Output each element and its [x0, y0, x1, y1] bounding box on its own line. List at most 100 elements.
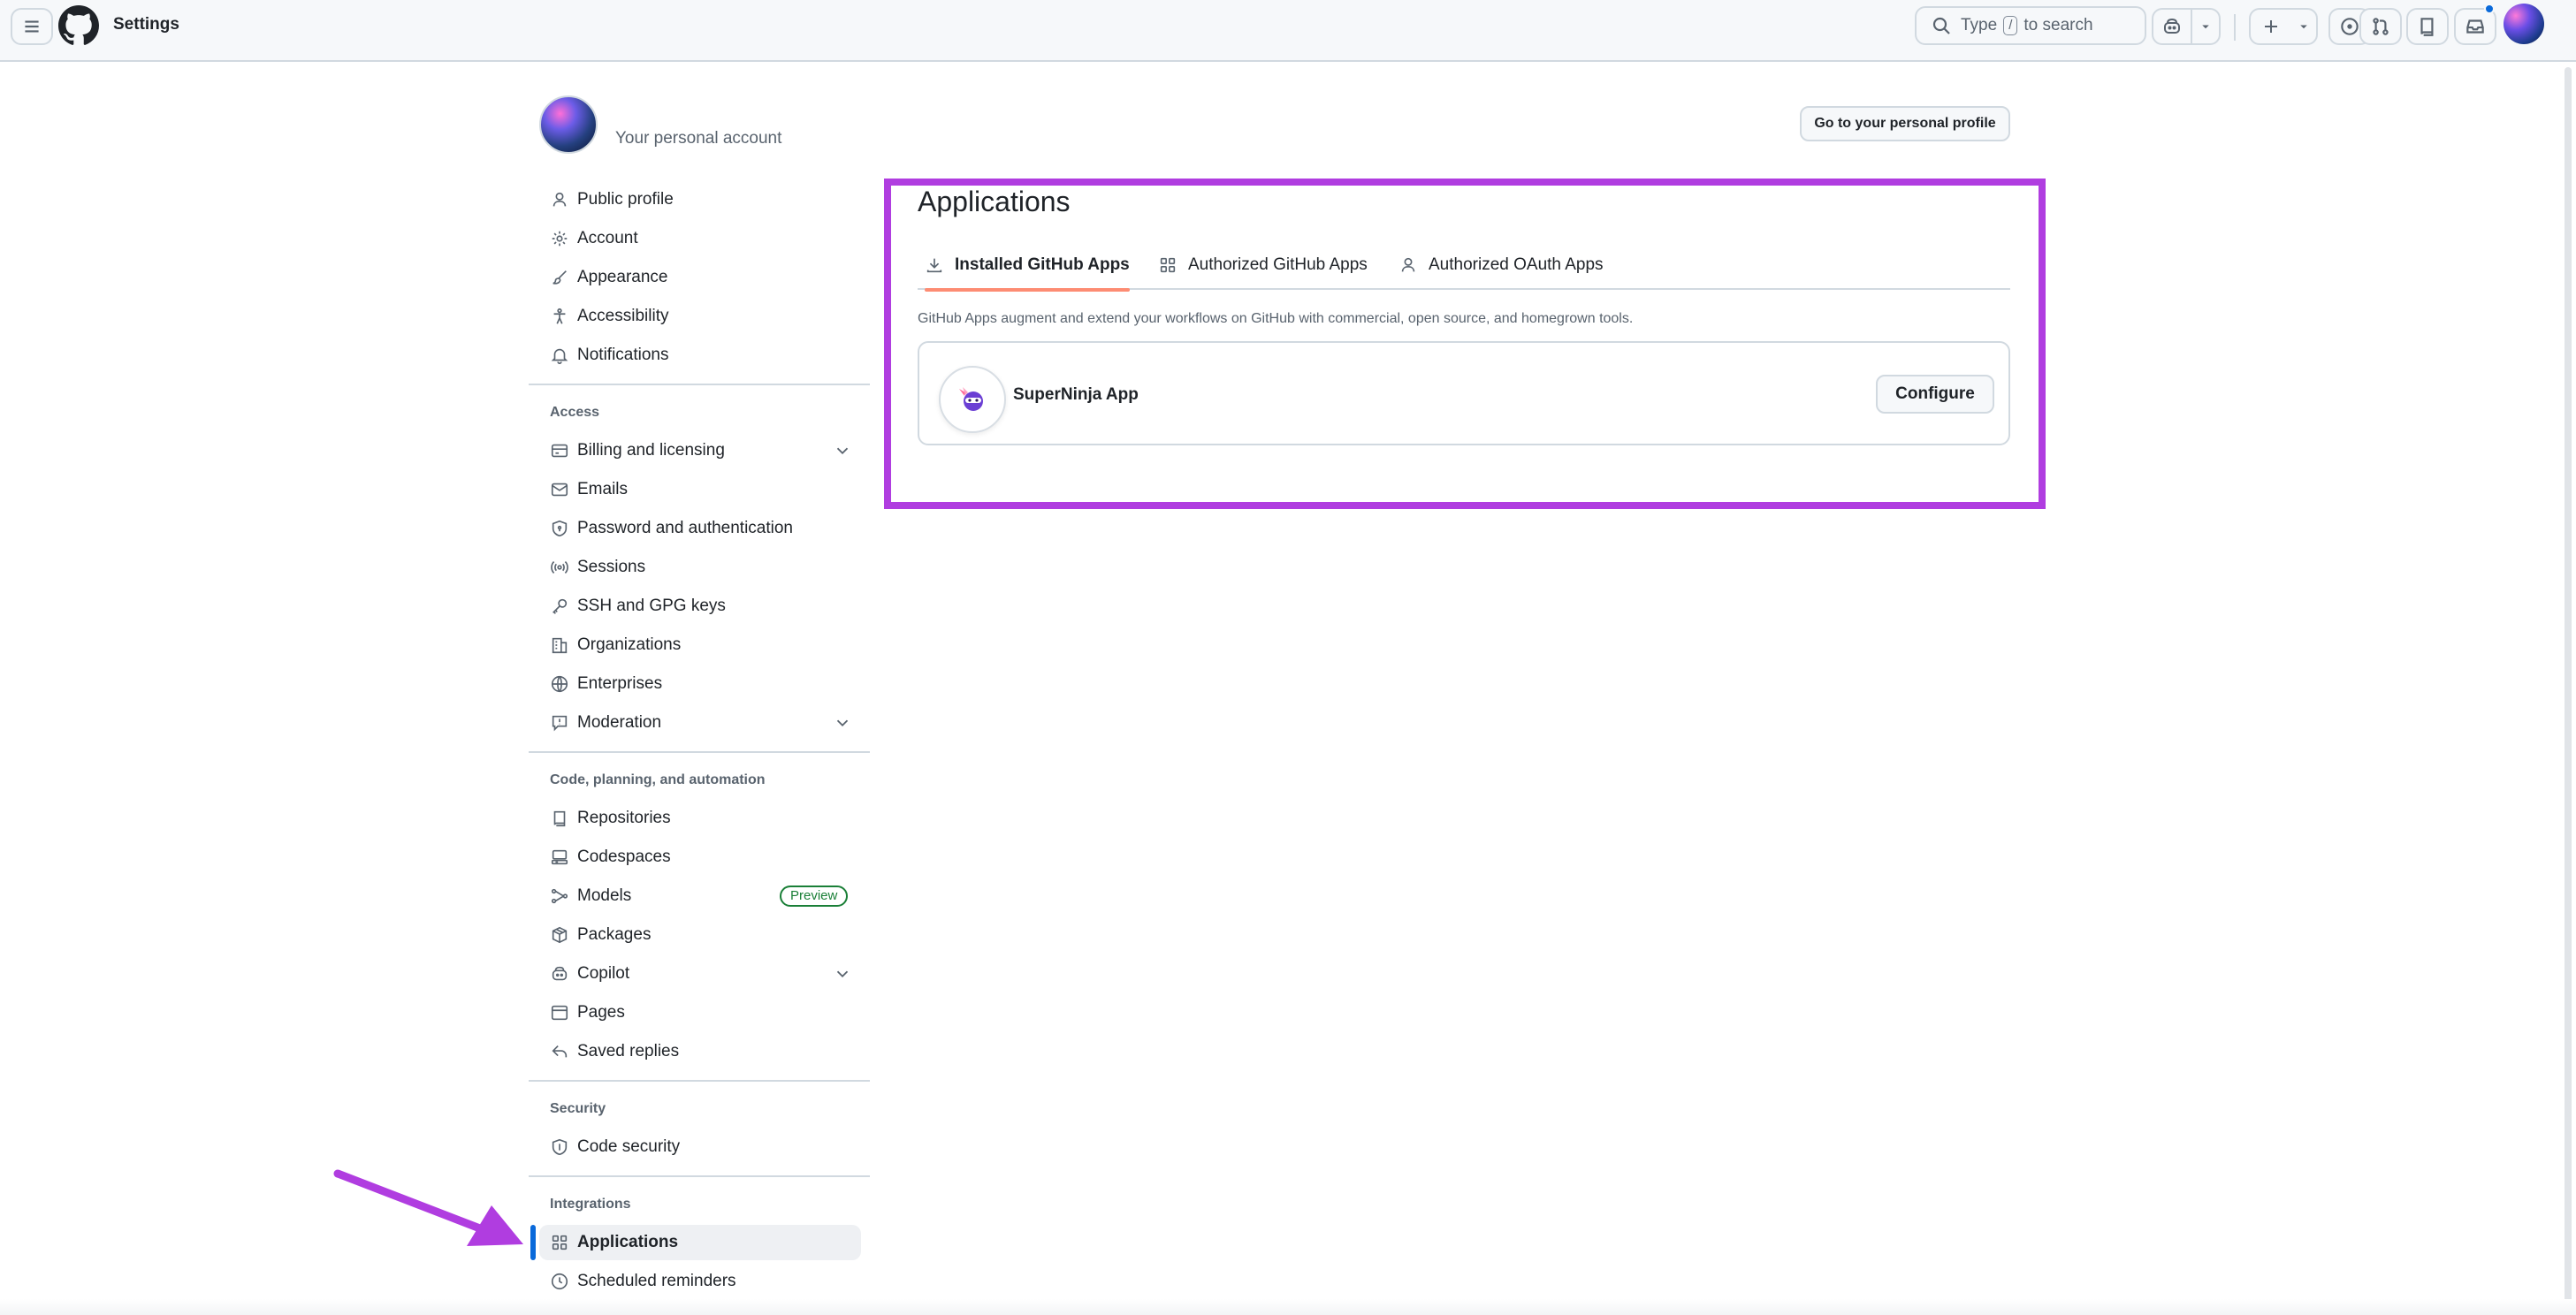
- sidebar-item-label: Organizations: [577, 635, 682, 654]
- annotation-arrow-icon: [333, 1169, 523, 1246]
- sidebar-item-account[interactable]: Account: [539, 221, 861, 256]
- sidebar-item-label: Scheduled reminders: [577, 1272, 736, 1290]
- reply-icon: [552, 1045, 568, 1058]
- package-icon: [552, 926, 568, 944]
- globe-icon: [551, 675, 568, 693]
- tab-installed-github-apps[interactable]: Installed GitHub Apps: [925, 240, 1130, 292]
- menu-button[interactable]: [11, 8, 53, 45]
- sidebar-item-password[interactable]: Password and authentication: [539, 511, 861, 546]
- copilot-button[interactable]: [2153, 10, 2192, 43]
- page-context-title[interactable]: Settings: [113, 15, 179, 34]
- sidebar-divider: [529, 1080, 870, 1082]
- sidebar-item-ssh-gpg[interactable]: SSH and GPG keys: [539, 589, 861, 624]
- sidebar-item-moderation[interactable]: Moderation: [539, 705, 861, 741]
- shield-icon: [552, 1138, 568, 1156]
- tab-label: Authorized GitHub Apps: [1188, 255, 1368, 274]
- tab-label: Installed GitHub Apps: [955, 255, 1130, 274]
- active-indicator: [530, 1225, 536, 1260]
- credit-card-icon: [551, 444, 568, 458]
- sidebar-item-codespaces[interactable]: Codespaces: [539, 840, 861, 875]
- search-prefix: Type: [1961, 16, 1998, 34]
- sidebar-item-packages[interactable]: Packages: [539, 917, 861, 953]
- sidebar-item-label: Pages: [577, 1003, 625, 1022]
- sidebar-divider: [529, 751, 870, 753]
- clock-icon: [551, 1273, 568, 1290]
- applications-tabs: Installed GitHub Apps Authorized GitHub …: [918, 240, 2010, 292]
- search-input[interactable]: Type / to search: [1915, 6, 2146, 45]
- pull-requests-button[interactable]: [2359, 8, 2402, 45]
- create-new-menu[interactable]: [2249, 8, 2318, 45]
- repositories-button[interactable]: [2406, 8, 2449, 45]
- github-logo-icon[interactable]: [58, 5, 99, 46]
- go-to-profile-button[interactable]: Go to your personal profile: [1800, 106, 2010, 141]
- sidebar-item-label: Notifications: [577, 346, 669, 364]
- sidebar-group-heading-code: Code, planning, and automation: [550, 772, 766, 787]
- sidebar-item-copilot[interactable]: Copilot: [539, 956, 861, 992]
- key-icon: [553, 598, 568, 614]
- sidebar-divider: [529, 1175, 870, 1177]
- sidebar-item-repositories[interactable]: Repositories: [539, 801, 861, 836]
- bell-icon: [551, 348, 568, 364]
- sidebar-item-emails[interactable]: Emails: [539, 472, 861, 507]
- copilot-dropdown-button[interactable]: [2192, 10, 2219, 43]
- notification-dot: [2484, 4, 2495, 14]
- tab-authorized-oauth-apps[interactable]: Authorized OAuth Apps: [1399, 240, 1604, 290]
- sidebar-item-code-security[interactable]: Code security: [539, 1129, 861, 1165]
- plus-icon: [2265, 20, 2277, 33]
- sidebar-item-label: Appearance: [577, 268, 668, 286]
- configure-button[interactable]: Configure: [1876, 375, 1994, 414]
- create-new-button[interactable]: [2251, 10, 2291, 43]
- sidebar-item-accessibility[interactable]: Accessibility: [539, 299, 861, 334]
- copilot-menu[interactable]: [2152, 8, 2221, 45]
- download-icon: [926, 258, 942, 273]
- hamburger-icon: [25, 20, 39, 33]
- sidebar-item-appearance[interactable]: Appearance: [539, 260, 861, 295]
- browser-icon: [551, 1005, 568, 1021]
- sidebar-item-label: Enterprises: [577, 674, 663, 693]
- tab-label: Authorized OAuth Apps: [1429, 255, 1604, 274]
- sidebar-item-notifications[interactable]: Notifications: [539, 338, 861, 373]
- sidebar-item-organizations[interactable]: Organizations: [539, 627, 861, 663]
- codespaces-icon: [551, 849, 568, 865]
- search-shortcut-key: /: [2003, 16, 2018, 35]
- sidebar-item-models[interactable]: Models Preview: [539, 878, 861, 914]
- sidebar-item-label: Sessions: [577, 558, 646, 576]
- app-name[interactable]: SuperNinja App: [1013, 385, 1139, 405]
- sidebar-item-billing[interactable]: Billing and licensing: [539, 433, 861, 468]
- sidebar-divider: [529, 384, 870, 385]
- create-new-dropdown[interactable]: [2291, 10, 2316, 43]
- header-divider: [2234, 14, 2236, 41]
- sidebar-item-saved-replies[interactable]: Saved replies: [539, 1034, 861, 1069]
- sidebar-item-sessions[interactable]: Sessions: [539, 550, 861, 585]
- sidebar-item-label: Applications: [577, 1233, 679, 1251]
- chevron-down-icon[interactable]: [833, 441, 852, 460]
- sidebar-item-label: Copilot: [577, 964, 630, 983]
- copilot-icon: [552, 966, 568, 981]
- account-label: Your personal account: [615, 129, 782, 148]
- tab-authorized-github-apps[interactable]: Authorized GitHub Apps: [1158, 240, 1368, 290]
- caret-down-icon: [2300, 25, 2307, 29]
- git-pull-request-icon: [2373, 18, 2389, 35]
- sidebar-item-label: Accessibility: [577, 307, 669, 325]
- issue-opened-icon: [2341, 18, 2359, 35]
- sidebar-item-public-profile[interactable]: Public profile: [539, 182, 861, 217]
- chevron-down-icon[interactable]: [833, 964, 852, 984]
- sidebar-item-label: Billing and licensing: [577, 441, 725, 460]
- sidebar-group-heading-security: Security: [550, 1101, 606, 1116]
- paintbrush-icon: [553, 270, 567, 285]
- repo-icon: [553, 810, 566, 827]
- sidebar-item-label: Moderation: [577, 713, 662, 732]
- chevron-down-icon[interactable]: [833, 713, 852, 733]
- sidebar-item-scheduled-reminders[interactable]: Scheduled reminders: [539, 1264, 861, 1299]
- bottom-edge: [0, 1299, 2576, 1315]
- scrollbar-thumb[interactable]: [2565, 67, 2572, 1304]
- search-suffix: to search: [2023, 16, 2093, 34]
- sidebar-item-pages[interactable]: Pages: [539, 995, 861, 1030]
- top-header: Settings Type / to search: [0, 0, 2576, 62]
- sidebar-item-applications[interactable]: Applications: [539, 1225, 861, 1260]
- models-icon: [551, 888, 568, 904]
- person-icon: [1401, 257, 1415, 272]
- sidebar-item-enterprises[interactable]: Enterprises: [539, 666, 861, 702]
- page-scrollbar[interactable]: [2562, 64, 2574, 1315]
- user-avatar[interactable]: [2504, 4, 2544, 44]
